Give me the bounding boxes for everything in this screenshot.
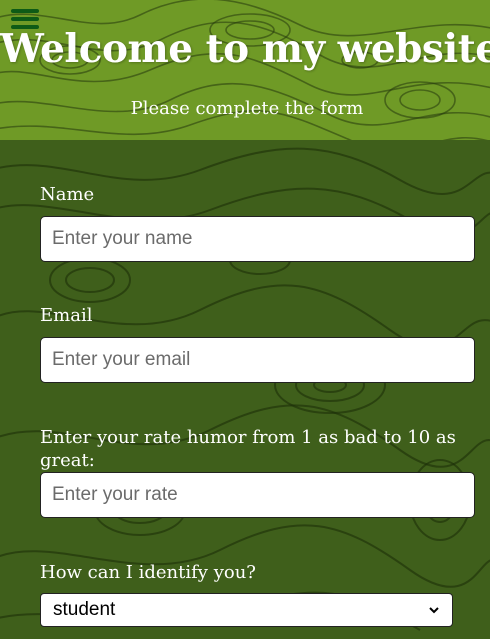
email-input[interactable] [40, 337, 475, 383]
rate-label: Enter your rate humor from 1 as bad to 1… [40, 427, 456, 471]
page-subtitle: Please complete the form [130, 98, 364, 119]
identify-label: How can I identify you? [40, 562, 256, 583]
identify-select[interactable]: student [40, 593, 453, 627]
identify-select-value: student [53, 599, 116, 620]
header: Welcome to my website Please complete th… [0, 0, 490, 140]
name-label: Name [40, 184, 95, 205]
rate-input[interactable] [40, 472, 475, 518]
name-input[interactable] [40, 216, 475, 262]
email-label: Email [40, 305, 93, 326]
menu-bar [11, 9, 39, 13]
chevron-down-icon [429, 607, 439, 614]
page-title: Welcome to my website [0, 26, 490, 72]
menu-bar [11, 17, 39, 21]
